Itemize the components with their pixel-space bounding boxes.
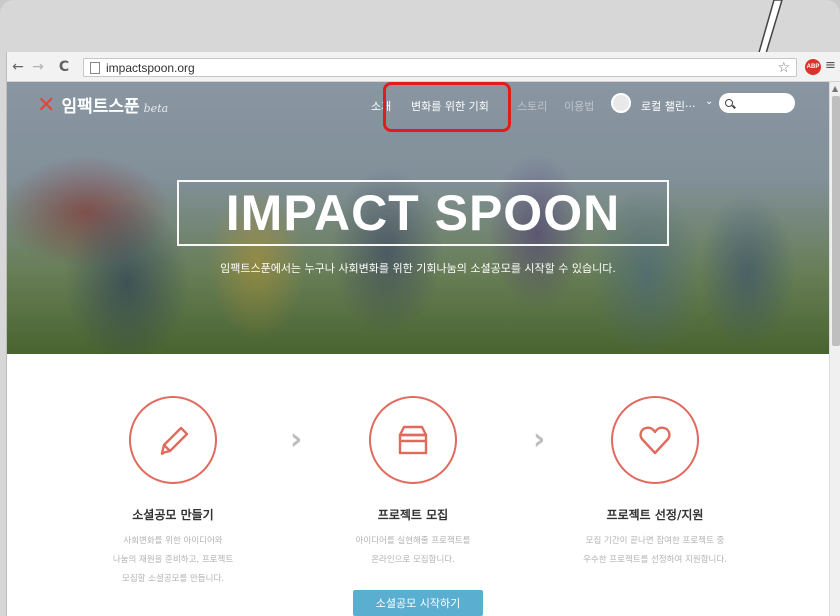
- forward-icon[interactable]: →: [29, 58, 47, 76]
- bookmark-star-icon[interactable]: ☆: [777, 60, 790, 76]
- nav-story[interactable]: 스토리: [517, 98, 547, 114]
- step-2-circle: [369, 396, 457, 484]
- site-header: ✕ 임팩트스푼 beta 소개 변화를 위한 기회 스토리 이용법 로컬 챌린·…: [7, 82, 829, 132]
- box-icon: [398, 425, 428, 455]
- step-1-desc-line: 나눔의 재원을 준비하고, 프로젝트: [112, 555, 234, 565]
- highlight-annotation: [383, 82, 511, 132]
- step-3-desc: 모집 기간이 끝나면 참여한 프로젝트 중 우수한 프로젝트를 선정하여 지원합…: [555, 532, 755, 570]
- step-3-circle: [611, 396, 699, 484]
- hero-banner: ✕ 임팩트스푼 beta 소개 변화를 위한 기회 스토리 이용법 로컬 챌린·…: [7, 82, 829, 354]
- menu-icon[interactable]: ≡: [825, 58, 836, 73]
- step-2-title: 프로젝트 모집: [377, 508, 449, 522]
- step-3-title: 프로젝트 선정/지원: [606, 508, 704, 522]
- browser-toolbar: ← → C impactspoon.org ☆ ABP ≡: [7, 52, 840, 82]
- step-2-desc-line: 온라인으로 모집합니다.: [371, 555, 455, 565]
- start-campaign-button[interactable]: 소셜공모 시작하기: [353, 590, 483, 616]
- search-icon: [725, 99, 733, 107]
- url-text: impactspoon.org: [106, 60, 195, 75]
- address-bar[interactable]: impactspoon.org ☆: [83, 58, 797, 77]
- pencil-icon: [160, 426, 189, 456]
- step-1-title: 소셜공모 만들기: [132, 508, 214, 522]
- avatar[interactable]: [611, 93, 631, 113]
- step-3-desc-line: 우수한 프로젝트를 선정하여 지원합니다.: [583, 555, 727, 565]
- slash-decoration: [757, 0, 783, 60]
- step-1-desc: 사회변화를 위한 아이디어와 나눔의 재원을 준비하고, 프로젝트 모집할 소셜…: [73, 532, 273, 589]
- scroll-up-icon[interactable]: ▲: [832, 84, 838, 93]
- logo-text: 임팩트스푼: [61, 97, 140, 117]
- scrollbar[interactable]: ▲: [829, 82, 840, 616]
- heart-icon: [639, 426, 671, 455]
- browser-window: ← → C impactspoon.org ☆ ABP ≡ ✕ 임팩트스푼 be…: [6, 52, 840, 616]
- site-logo[interactable]: ✕ 임팩트스푼 beta: [37, 92, 169, 118]
- chevron-down-icon[interactable]: ⌄: [705, 96, 713, 107]
- step-1-desc-line: 사회변화를 위한 아이디어와: [123, 536, 223, 546]
- steps-section: › 소셜공모 만들기 사회변화를 위한 아이디어와 나눔의 재원을 준비하고, …: [7, 354, 829, 616]
- step-1-desc-line: 모집할 소셜공모를 만듭니다.: [122, 574, 224, 584]
- nav-guide[interactable]: 이용법: [564, 98, 594, 114]
- hero-subtitle: 임팩트스푼에서는 누구나 사회변화를 위한 기회나눔의 소셜공모를 시작할 수 …: [220, 262, 616, 275]
- search-input[interactable]: [719, 93, 795, 113]
- step-2-desc: 아이디어를 실현해줄 프로젝트를 온라인으로 모집합니다.: [313, 532, 513, 570]
- hero-title: IMPACT SPOON: [225, 185, 621, 241]
- page-viewport: ✕ 임팩트스푼 beta 소개 변화를 위한 기회 스토리 이용법 로컬 챌린·…: [7, 82, 829, 616]
- step-2-desc-line: 아이디어를 실현해줄 프로젝트를: [355, 536, 471, 546]
- logo-beta: beta: [143, 102, 169, 115]
- logo-star-icon: ✕: [37, 93, 56, 118]
- step-1-circle: [129, 396, 217, 484]
- scroll-thumb[interactable]: [832, 96, 840, 346]
- hero-title-box: IMPACT SPOON: [177, 180, 669, 246]
- back-icon[interactable]: ←: [9, 58, 27, 76]
- user-name[interactable]: 로컬 챌린···: [641, 98, 695, 114]
- reload-icon[interactable]: C: [55, 58, 73, 76]
- page-icon: [90, 61, 100, 74]
- adblock-icon[interactable]: ABP: [805, 59, 821, 75]
- step-3-desc-line: 모집 기간이 끝나면 참여한 프로젝트 중: [585, 536, 725, 546]
- arrow-right-icon: ›: [290, 422, 303, 457]
- arrow-right-icon: ›: [533, 422, 546, 457]
